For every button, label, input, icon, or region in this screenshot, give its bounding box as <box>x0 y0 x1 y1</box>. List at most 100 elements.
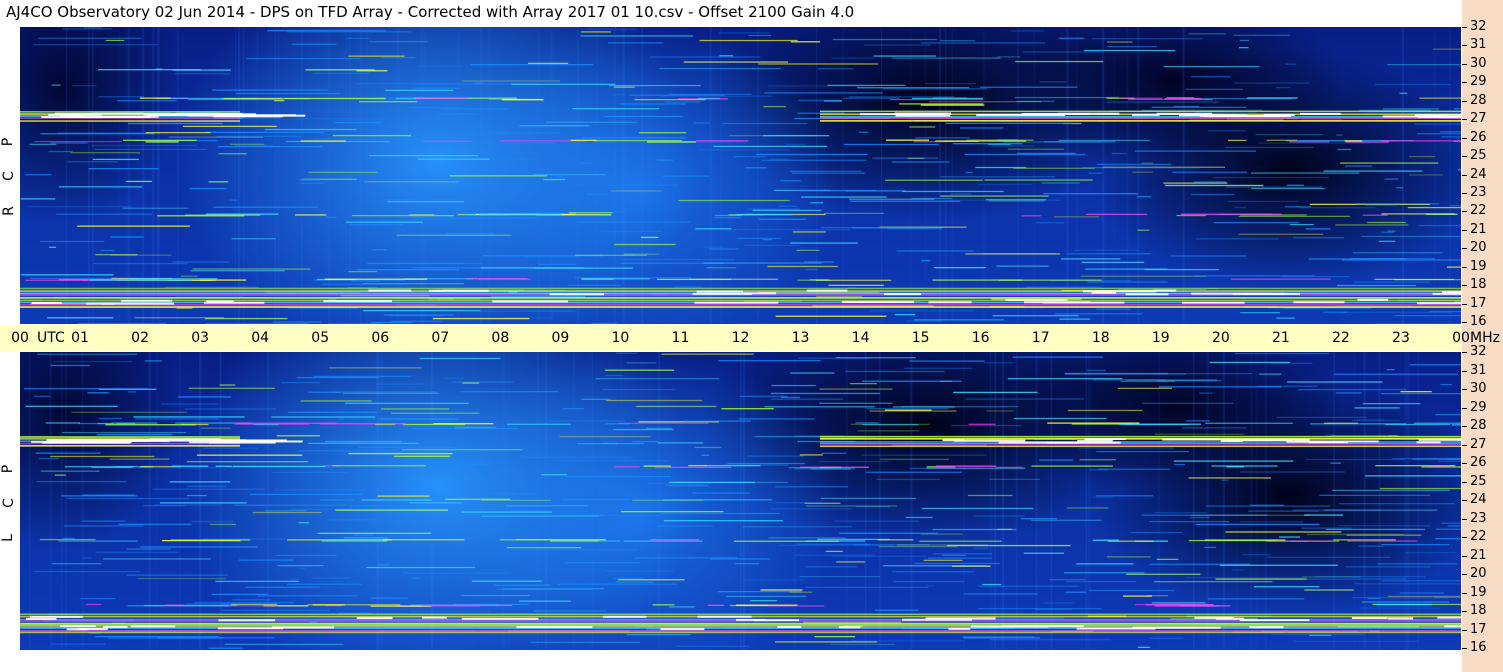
spectral-dash <box>538 263 576 265</box>
spectral-dash <box>801 196 887 198</box>
spectral-dash <box>1007 378 1123 380</box>
saturated-segment <box>1293 301 1345 304</box>
spectral-dash <box>873 55 937 57</box>
frequency-tick-label: 31 <box>1470 37 1487 53</box>
spectral-dash <box>1304 514 1344 516</box>
saturated-segment <box>1204 115 1292 118</box>
spectral-line <box>657 278 732 281</box>
spectral-dash <box>1227 200 1299 203</box>
spectral-dash <box>845 190 906 192</box>
spectral-dash <box>20 198 56 200</box>
spectral-dash <box>1213 176 1329 179</box>
vertical-streak <box>1353 352 1355 650</box>
spectral-dash <box>105 39 125 42</box>
spectral-dash <box>780 180 801 182</box>
spectral-dash <box>789 591 813 593</box>
utc-tick-label: 23 <box>1392 330 1410 346</box>
spectral-dash <box>1449 204 1461 207</box>
spectral-dash <box>81 520 126 522</box>
vertical-streak <box>1075 27 1079 324</box>
spectral-dash <box>1293 640 1419 643</box>
spectral-dash <box>1352 252 1443 254</box>
spectral-line <box>1362 214 1388 216</box>
spectral-dash <box>63 525 143 527</box>
spectral-dash <box>831 555 926 557</box>
spectral-dash <box>1043 602 1074 604</box>
spectral-dash <box>1020 518 1057 520</box>
spectral-dash <box>1435 538 1461 540</box>
spectral-dash <box>442 108 510 110</box>
vertical-streak <box>845 352 848 650</box>
spectral-dash <box>387 201 465 203</box>
vertical-streak <box>576 27 580 324</box>
frequency-tick-label: 22 <box>1470 203 1487 219</box>
spectral-dash <box>805 586 929 589</box>
spectral-dash <box>1063 572 1145 574</box>
spectral-dash <box>676 645 750 647</box>
spectral-dash <box>1221 479 1229 481</box>
spectral-dash <box>562 408 584 410</box>
spectral-line <box>34 140 123 143</box>
spectral-dash <box>444 377 464 379</box>
spectral-dash <box>678 199 790 202</box>
spectral-dash <box>1142 402 1234 404</box>
vertical-streak <box>842 27 845 324</box>
spectral-dash <box>471 580 542 582</box>
spectral-dash <box>202 447 258 449</box>
spectral-dash <box>746 208 800 210</box>
spectral-line <box>300 140 347 142</box>
spectral-dash <box>172 261 230 263</box>
vertical-streak <box>28 352 31 650</box>
spectral-dash <box>557 583 677 585</box>
spectral-dash <box>470 64 594 66</box>
utc-tick-label: 00 <box>11 330 29 346</box>
frequency-tick-mark <box>1462 100 1467 102</box>
spectral-dash <box>836 561 865 563</box>
spectral-dash <box>110 254 172 256</box>
spectral-dash <box>435 113 479 115</box>
spectral-dash <box>1253 586 1320 588</box>
spectral-dash <box>190 270 285 272</box>
intense-band <box>20 625 1461 627</box>
spectral-line <box>1425 213 1458 215</box>
spectral-dash <box>814 635 856 638</box>
spectral-dash <box>894 313 916 316</box>
spectral-line <box>1289 141 1330 143</box>
spectral-dash <box>1365 204 1398 206</box>
saturated-segment <box>30 615 83 618</box>
spectral-dash <box>452 537 476 539</box>
spectral-dash <box>523 256 579 258</box>
frequency-tick-mark <box>1462 574 1467 575</box>
utc-tick-label: 06 <box>371 330 390 346</box>
spectral-dash <box>1354 583 1461 585</box>
spectral-dash <box>366 566 475 569</box>
spectral-dash <box>461 511 552 513</box>
spectral-dash <box>313 138 423 140</box>
spectral-dash <box>1334 373 1459 375</box>
vertical-streak <box>1137 27 1140 324</box>
spectral-dash <box>98 417 122 420</box>
spectral-dash <box>747 455 804 457</box>
spectral-line <box>145 141 179 143</box>
utc-tick-label: 21 <box>1271 330 1290 346</box>
spectral-dash <box>1266 556 1391 558</box>
spectral-dash <box>718 360 821 362</box>
saturated-segment <box>68 439 126 442</box>
spectral-dash <box>527 62 569 65</box>
spectral-dash <box>50 364 91 367</box>
spectral-dash <box>848 96 955 98</box>
spectral-dash <box>669 606 695 608</box>
spectral-line <box>650 539 700 541</box>
frequency-tick-mark <box>1462 444 1467 446</box>
saturated-segment <box>735 618 766 621</box>
frequency-tick-label: 30 <box>1470 55 1487 71</box>
spectral-dash <box>869 310 975 312</box>
spectral-line <box>634 98 706 101</box>
spectral-dash <box>213 206 318 208</box>
spectral-dash <box>1386 369 1395 371</box>
spectral-dash <box>1130 531 1182 534</box>
frequency-tick-mark <box>1462 426 1467 427</box>
spectral-dash <box>739 418 815 420</box>
utc-tick-label: 19 <box>1151 330 1170 346</box>
spectral-dash <box>1058 37 1085 39</box>
